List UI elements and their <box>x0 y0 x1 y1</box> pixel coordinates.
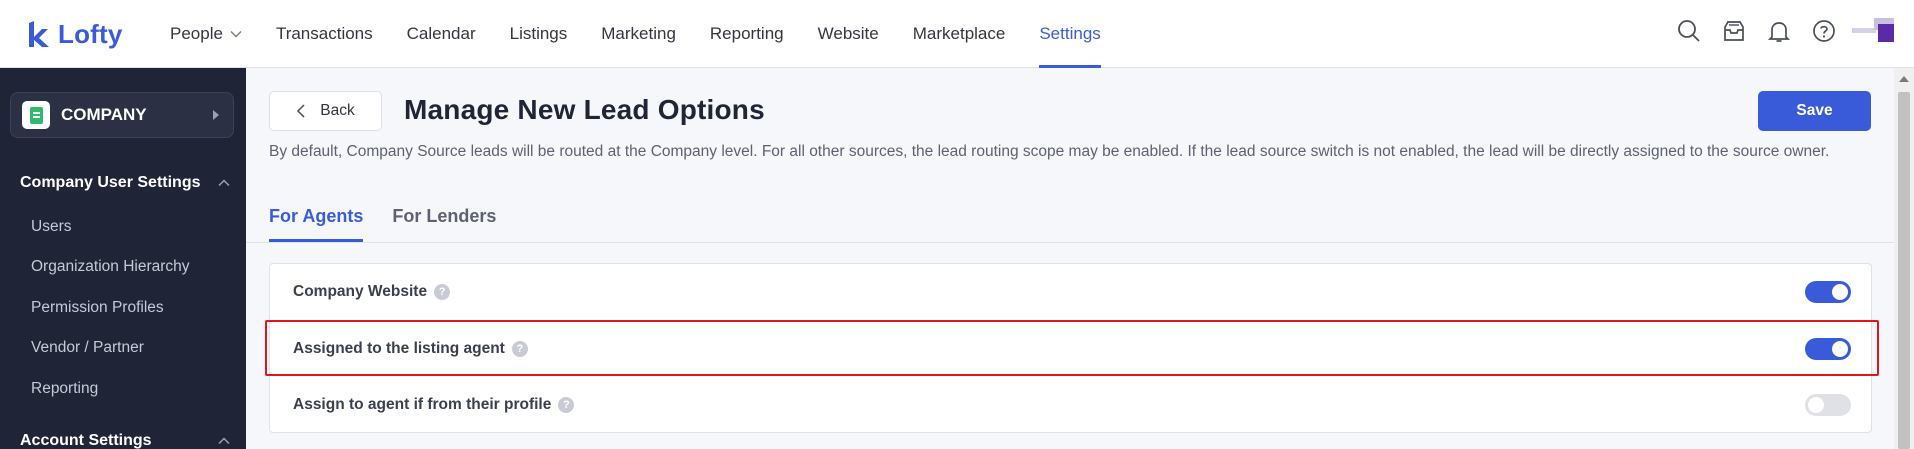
help-icon[interactable]: ? <box>558 397 575 413</box>
help-icon[interactable] <box>1810 17 1838 45</box>
section-account-settings[interactable]: Account Settings <box>20 432 230 449</box>
nav-listings[interactable]: Listings <box>510 0 568 68</box>
bell-icon[interactable] <box>1765 17 1793 45</box>
document-icon <box>22 101 50 129</box>
back-button[interactable]: Back <box>269 91 382 131</box>
sidebar: COMPANY Company User Settings Users Orga… <box>0 68 246 449</box>
nav-people-label: People <box>170 24 223 43</box>
scroll-thumb[interactable] <box>1898 92 1910 449</box>
tab-divider <box>246 242 1894 243</box>
sidebar-item-permission-profiles[interactable]: Permission Profiles <box>31 299 164 317</box>
option-row: Assign to agent if from their profile ? <box>270 377 1873 433</box>
scroll-up-arrow-icon[interactable] <box>1899 76 1909 82</box>
company-website-toggle[interactable] <box>1805 281 1851 303</box>
company-switcher[interactable]: COMPANY <box>10 92 234 138</box>
company-label: COMPANY <box>61 105 147 124</box>
top-icons <box>1658 16 1896 46</box>
sidebar-item-users[interactable]: Users <box>31 218 71 236</box>
agent-profile-toggle[interactable] <box>1805 394 1851 416</box>
section-company-user-settings[interactable]: Company User Settings <box>20 174 230 192</box>
sidebar-item-reporting[interactable]: Reporting <box>31 380 98 398</box>
main-content: Back Manage New Lead Options Save By def… <box>246 68 1894 449</box>
sidebar-item-organization-hierarchy[interactable]: Organization Hierarchy <box>31 258 190 276</box>
nav-transactions[interactable]: Transactions <box>276 0 373 68</box>
nav-settings[interactable]: Settings <box>1039 0 1102 68</box>
page-title: Manage New Lead Options <box>404 94 765 125</box>
lofty-logo-icon <box>29 21 49 47</box>
caret-right-icon <box>213 110 219 120</box>
top-bar: Lofty People Transactions Calendar Listi… <box>0 0 1914 68</box>
help-icon[interactable]: ? <box>434 284 451 300</box>
nav-people[interactable]: People <box>170 0 242 68</box>
inbox-icon[interactable] <box>1720 17 1748 45</box>
save-button[interactable]: Save <box>1758 91 1871 131</box>
nav-marketing[interactable]: Marketing <box>601 0 676 68</box>
option-row: Company Website ? <box>270 264 1873 320</box>
section-title: Company User Settings <box>20 174 201 191</box>
option-label: Company Website <box>293 283 428 300</box>
section-title: Account Settings <box>20 432 152 449</box>
sidebar-item-vendor-partner[interactable]: Vendor / Partner <box>31 339 144 357</box>
lofty-logo[interactable]: Lofty <box>26 18 123 50</box>
search-icon[interactable] <box>1675 17 1703 45</box>
chevron-up-icon <box>218 437 230 445</box>
chevron-up-icon <box>218 179 230 187</box>
main-nav: People Transactions Calendar Listings Ma… <box>170 0 1135 68</box>
nav-reporting[interactable]: Reporting <box>710 0 784 68</box>
tab-for-agents[interactable]: For Agents <box>269 206 364 242</box>
option-label: Assign to agent if from their profile <box>293 396 552 413</box>
nav-calendar[interactable]: Calendar <box>407 0 476 68</box>
tab-for-lenders[interactable]: For Lenders <box>392 206 496 242</box>
highlight-box <box>265 320 1879 376</box>
back-label: Back <box>320 102 355 119</box>
nav-marketplace[interactable]: Marketplace <box>913 0 1006 68</box>
chevron-down-icon <box>230 30 242 38</box>
page-description: By default, Company Source leads will be… <box>269 143 1830 160</box>
tabs: For Agents For Lenders <box>269 206 525 242</box>
scrollbar[interactable] <box>1894 68 1914 449</box>
logo-text: Lofty <box>58 18 123 49</box>
avatar[interactable] <box>1852 16 1896 46</box>
chevron-left-icon <box>297 104 305 118</box>
nav-website[interactable]: Website <box>818 0 879 68</box>
